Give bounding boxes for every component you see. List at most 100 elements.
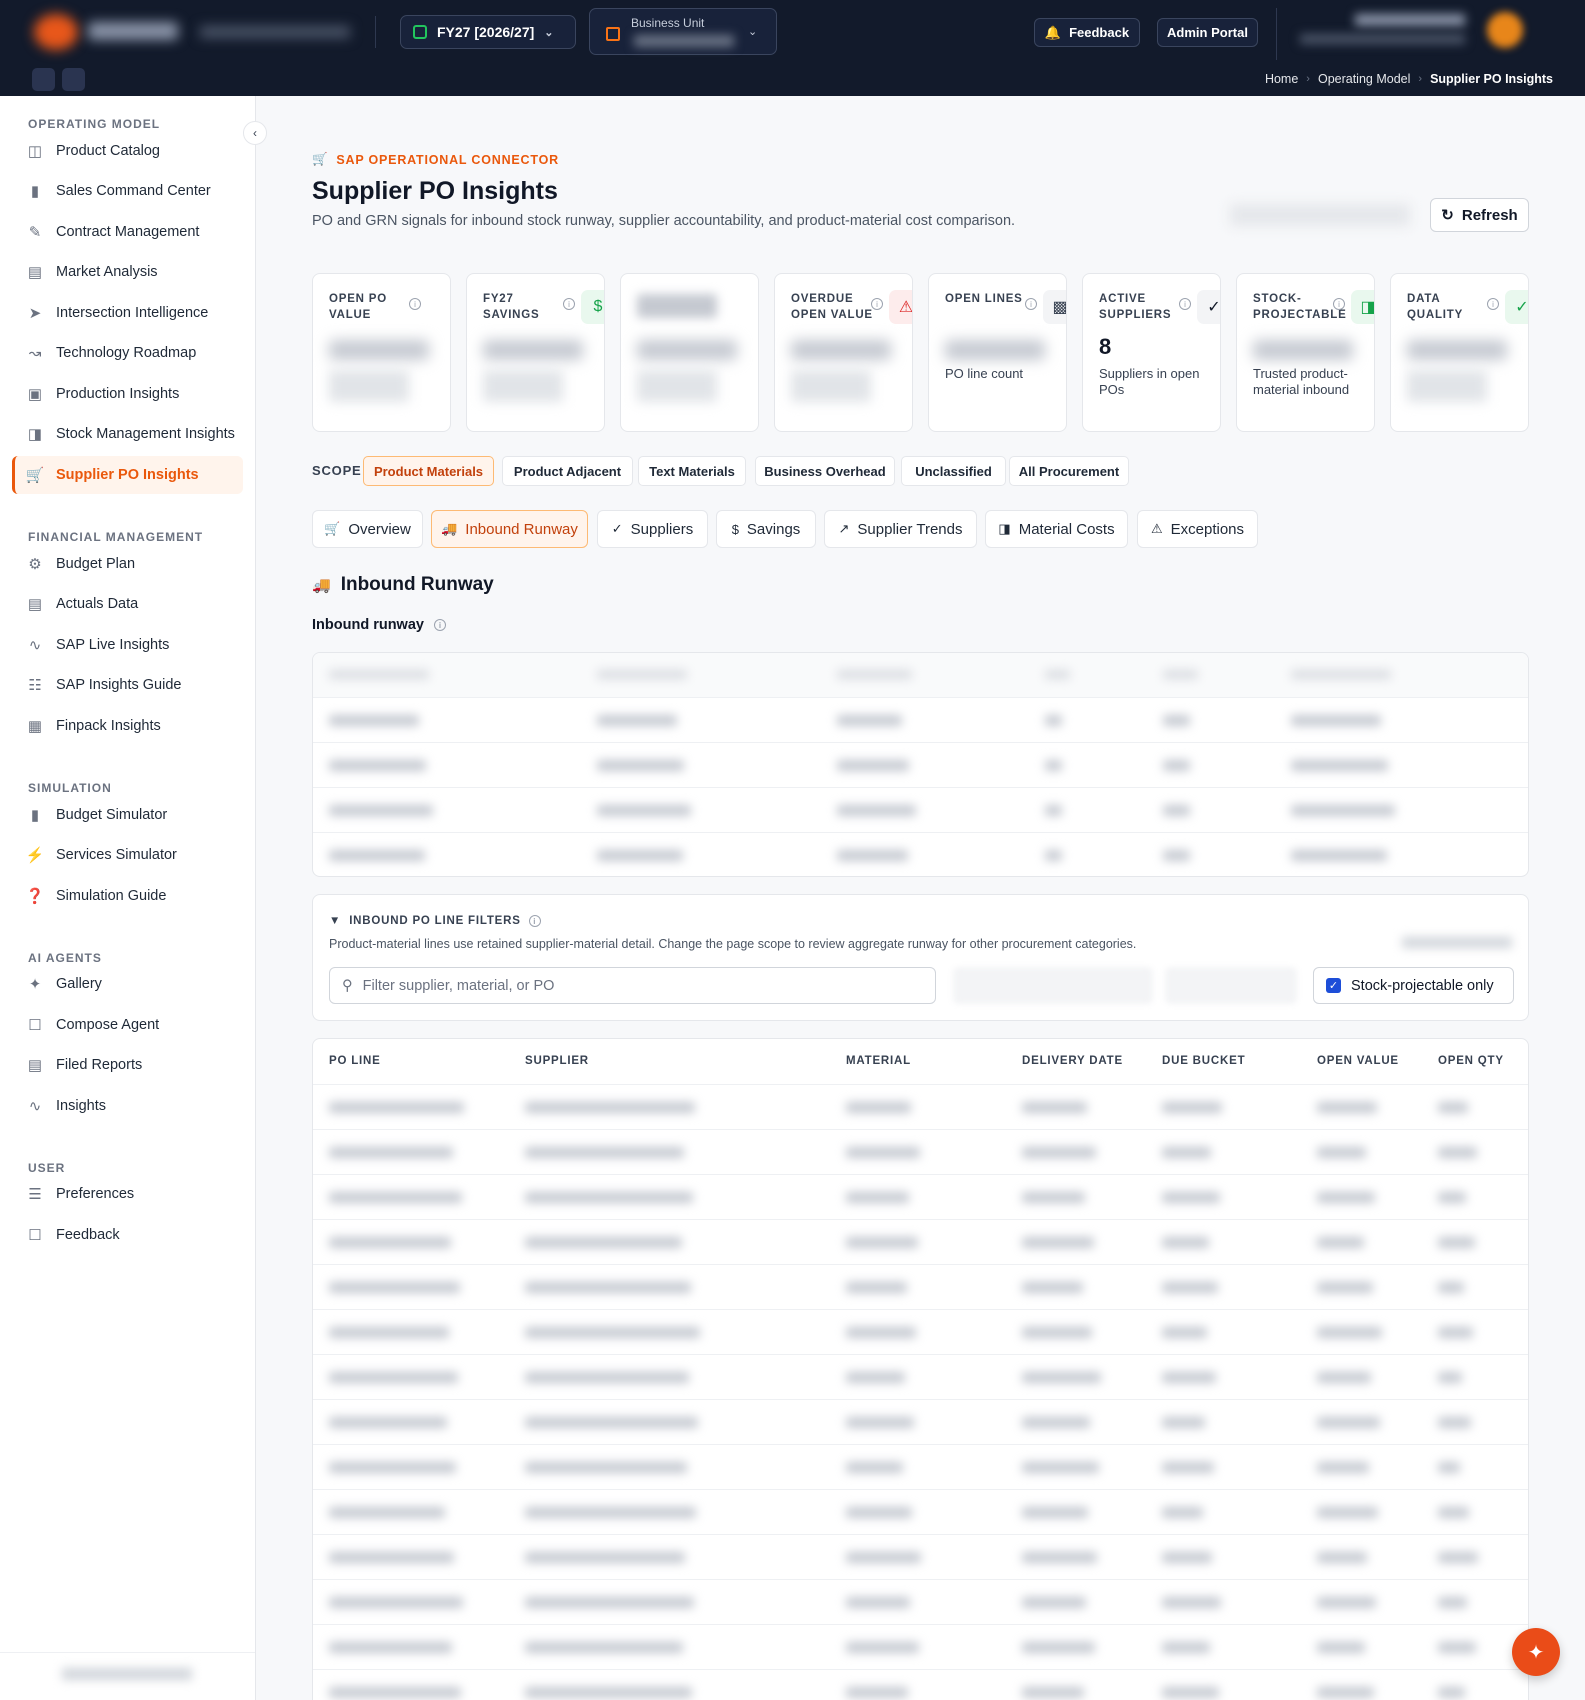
sidebar-item-feedback[interactable]: ☐ Feedback bbox=[12, 1216, 243, 1254]
column-header[interactable]: PO LINE bbox=[329, 1055, 381, 1067]
sidebar-item-compose-agent[interactable]: ☐ Compose Agent bbox=[12, 1006, 243, 1044]
sidebar: OPERATING MODEL ◫ Product Catalog ▮ Sales Co… bbox=[0, 96, 256, 1700]
kpi-subtext bbox=[483, 370, 563, 402]
table-row[interactable] bbox=[313, 1489, 1528, 1534]
ai-assistant-button[interactable]: ✦ bbox=[1512, 1628, 1560, 1676]
sidebar-item-product-catalog[interactable]: ◫ Product Catalog bbox=[12, 132, 243, 170]
user-name[interactable] bbox=[1355, 14, 1465, 26]
kpi-subtext: PO line count bbox=[945, 366, 1024, 381]
po-line-search-input[interactable]: ⚲ Filter supplier, material, or PO bbox=[329, 967, 936, 1004]
table-row[interactable] bbox=[313, 1669, 1528, 1700]
refresh-button[interactable]: ↻ Refresh bbox=[1430, 198, 1529, 232]
table-row[interactable] bbox=[313, 1084, 1528, 1129]
tab-overview[interactable]: 🛒 Overview bbox=[312, 510, 423, 548]
scope-chip-business-overhead[interactable]: Business Overhead bbox=[755, 456, 895, 486]
sidebar-item-simulation-guide[interactable]: ❓ Simulation Guide bbox=[12, 877, 243, 915]
sidebar-item-intersection-intelligence[interactable]: ➤ Intersection Intelligence bbox=[12, 294, 243, 332]
sidebar-item-budget-simulator[interactable]: ▮ Budget Simulator bbox=[12, 796, 243, 834]
page-kicker: 🛒 SAP OPERATIONAL CONNECTOR bbox=[312, 152, 559, 167]
table-row[interactable] bbox=[313, 1444, 1528, 1489]
info-icon[interactable]: i bbox=[1025, 298, 1037, 310]
scope-chip-text-materials[interactable]: Text Materials bbox=[638, 456, 746, 486]
sidebar-item-insights[interactable]: ∿ Insights bbox=[12, 1087, 243, 1125]
column-header[interactable]: SUPPLIER bbox=[525, 1055, 589, 1067]
table-row[interactable] bbox=[313, 1309, 1528, 1354]
table-row[interactable] bbox=[313, 743, 1528, 788]
sidebar-item-budget-plan[interactable]: ⚙ Budget Plan bbox=[12, 545, 243, 583]
tab-suppliers[interactable]: ✓ Suppliers bbox=[597, 510, 708, 548]
sidebar-item-preferences[interactable]: ☰ Preferences bbox=[12, 1175, 243, 1213]
tab-material-costs[interactable]: ◨ Material Costs bbox=[985, 510, 1128, 548]
table-row[interactable] bbox=[313, 1129, 1528, 1174]
info-icon[interactable]: i bbox=[1487, 298, 1499, 310]
info-icon[interactable]: i bbox=[409, 298, 421, 310]
table-row[interactable] bbox=[313, 833, 1528, 876]
fiscal-year-select[interactable]: FY27 [2026/27] ⌄ bbox=[400, 15, 576, 49]
sidebar-item-finpack-insights[interactable]: ▦ Finpack Insights bbox=[12, 707, 243, 745]
table-row[interactable] bbox=[313, 1174, 1528, 1219]
sidebar-item-filed-reports[interactable]: ▤ Filed Reports bbox=[12, 1046, 243, 1084]
sidebar-item-services-simulator[interactable]: ⚡ Services Simulator bbox=[12, 836, 243, 874]
tab-inbound-runway[interactable]: 🚚 Inbound Runway bbox=[431, 510, 588, 548]
sidebar-item-technology-roadmap[interactable]: ↝ Technology Roadmap bbox=[12, 334, 243, 372]
supplier-select[interactable] bbox=[1165, 967, 1297, 1004]
scope-chip-unclassified[interactable]: Unclassified bbox=[901, 456, 1006, 486]
sidebar-item-supplier-po-insights[interactable]: 🛒 Supplier PO Insights bbox=[12, 456, 243, 494]
collapse-sidebar-button[interactable]: ‹ bbox=[243, 121, 267, 145]
toolbar-button[interactable] bbox=[62, 68, 85, 91]
tab-savings[interactable]: $ Savings bbox=[716, 510, 816, 548]
tab-supplier-trends[interactable]: ↗ Supplier Trends bbox=[824, 510, 977, 548]
info-icon[interactable]: i bbox=[433, 619, 446, 631]
sidebar-item-actuals-data[interactable]: ▤ Actuals Data bbox=[12, 585, 243, 623]
breadcrumb-home[interactable]: Home bbox=[1265, 72, 1298, 86]
table-row[interactable] bbox=[313, 1399, 1528, 1444]
column-header[interactable]: DUE BUCKET bbox=[1162, 1055, 1245, 1067]
avatar[interactable] bbox=[1487, 12, 1523, 48]
sidebar-item-contract-management[interactable]: ✎ Contract Management bbox=[12, 213, 243, 251]
table-row[interactable] bbox=[313, 1264, 1528, 1309]
table-row[interactable] bbox=[313, 788, 1528, 833]
sidebar-item-gallery[interactable]: ✦ Gallery bbox=[12, 965, 243, 1003]
table-row[interactable] bbox=[313, 1219, 1528, 1264]
info-icon[interactable]: i bbox=[1179, 298, 1191, 310]
table-cell bbox=[329, 1597, 463, 1608]
table-cell bbox=[329, 1552, 454, 1563]
table-row[interactable] bbox=[313, 1624, 1528, 1669]
tab-exceptions[interactable]: ⚠ Exceptions bbox=[1137, 510, 1258, 548]
sidebar-item-sales-command-center[interactable]: ▮ Sales Command Center bbox=[12, 172, 243, 210]
column-header bbox=[329, 670, 429, 679]
sidebar-item-sap-insights-guide[interactable]: ☷ SAP Insights Guide bbox=[12, 666, 243, 704]
sidebar-item-label: Gallery bbox=[56, 976, 102, 992]
table-row[interactable] bbox=[313, 1534, 1528, 1579]
table-row[interactable] bbox=[313, 1354, 1528, 1399]
sidebar-item-production-insights[interactable]: ▣ Production Insights bbox=[12, 375, 243, 413]
breadcrumb-operating-model[interactable]: Operating Model bbox=[1318, 72, 1410, 86]
info-icon[interactable]: i bbox=[871, 298, 883, 310]
table-row[interactable] bbox=[313, 698, 1528, 743]
column-header[interactable]: MATERIAL bbox=[846, 1055, 911, 1067]
business-unit-select[interactable]: Business Unit ⌄ bbox=[589, 8, 777, 55]
sidebar-item-sap-live-insights[interactable]: ∿ SAP Live Insights bbox=[12, 626, 243, 664]
table-cell bbox=[329, 1282, 460, 1293]
sidebar-item-stock-management-insights[interactable]: ◨ Stock Management Insights bbox=[12, 415, 243, 453]
due-bucket-select[interactable] bbox=[953, 967, 1153, 1004]
info-icon[interactable]: i bbox=[563, 298, 575, 310]
table-row[interactable] bbox=[313, 1579, 1528, 1624]
scope-chip-all-procurement[interactable]: All Procurement bbox=[1009, 456, 1129, 486]
info-icon[interactable]: i bbox=[528, 915, 541, 927]
info-icon[interactable]: i bbox=[1333, 298, 1345, 310]
column-header[interactable]: DELIVERY DATE bbox=[1022, 1055, 1123, 1067]
admin-portal-button[interactable]: Admin Portal bbox=[1157, 18, 1258, 47]
column-header[interactable]: OPEN VALUE bbox=[1317, 1055, 1399, 1067]
table-cell bbox=[846, 1507, 912, 1518]
scope-chip-product-adjacent[interactable]: Product Adjacent bbox=[502, 456, 633, 486]
scope-chip-product-materials[interactable]: Product Materials bbox=[363, 456, 494, 486]
stock-projectable-checkbox[interactable]: ✓ Stock-projectable only bbox=[1313, 967, 1514, 1004]
toolbar-button[interactable] bbox=[32, 68, 55, 91]
column-header[interactable]: OPEN QTY bbox=[1438, 1055, 1504, 1067]
feedback-button[interactable]: 🔔 Feedback bbox=[1034, 18, 1140, 47]
brand-logo[interactable] bbox=[34, 14, 78, 50]
document-icon: ▤ bbox=[27, 596, 43, 613]
sidebar-item-market-analysis[interactable]: ▤ Market Analysis bbox=[12, 253, 243, 291]
table-cell bbox=[329, 805, 433, 816]
